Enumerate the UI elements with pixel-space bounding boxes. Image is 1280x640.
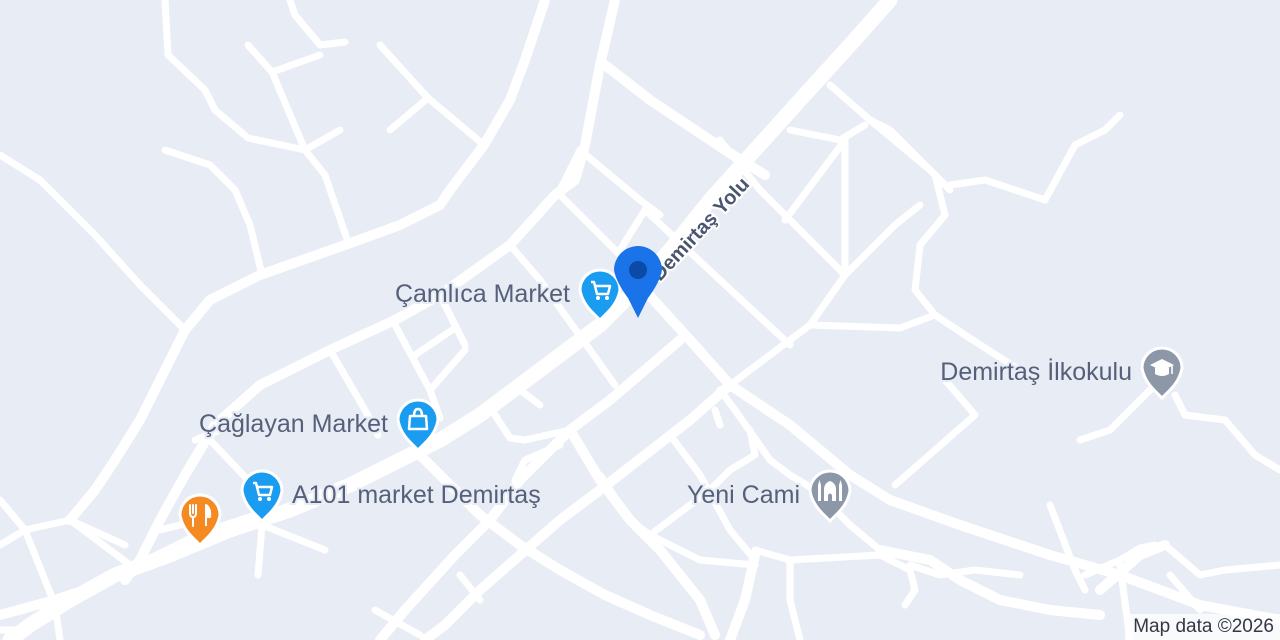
poi-yeni-cami[interactable]: Yeni Cami — [685, 469, 852, 524]
map-roads-layer: Demirtaş Yolu Çamlıca Market Çağlayan Ma… — [0, 0, 1280, 640]
poi-label: Demirtaş İlkokulu — [940, 357, 1132, 386]
mosque-icon — [808, 469, 852, 524]
map-attribution: Map data ©2026 — [1125, 614, 1280, 640]
poi-label: Çağlayan Market — [199, 410, 388, 438]
map-canvas[interactable]: Demirtaş Yolu Çamlıca Market Çağlayan Ma… — [0, 0, 1280, 640]
poi-label: Çamlıca Market — [395, 280, 570, 308]
poi-label: Yeni Cami — [687, 481, 800, 509]
poi-label: A101 market Demirtaş — [292, 481, 541, 509]
poi-camlica-market[interactable]: Çamlıca Market — [393, 268, 622, 323]
